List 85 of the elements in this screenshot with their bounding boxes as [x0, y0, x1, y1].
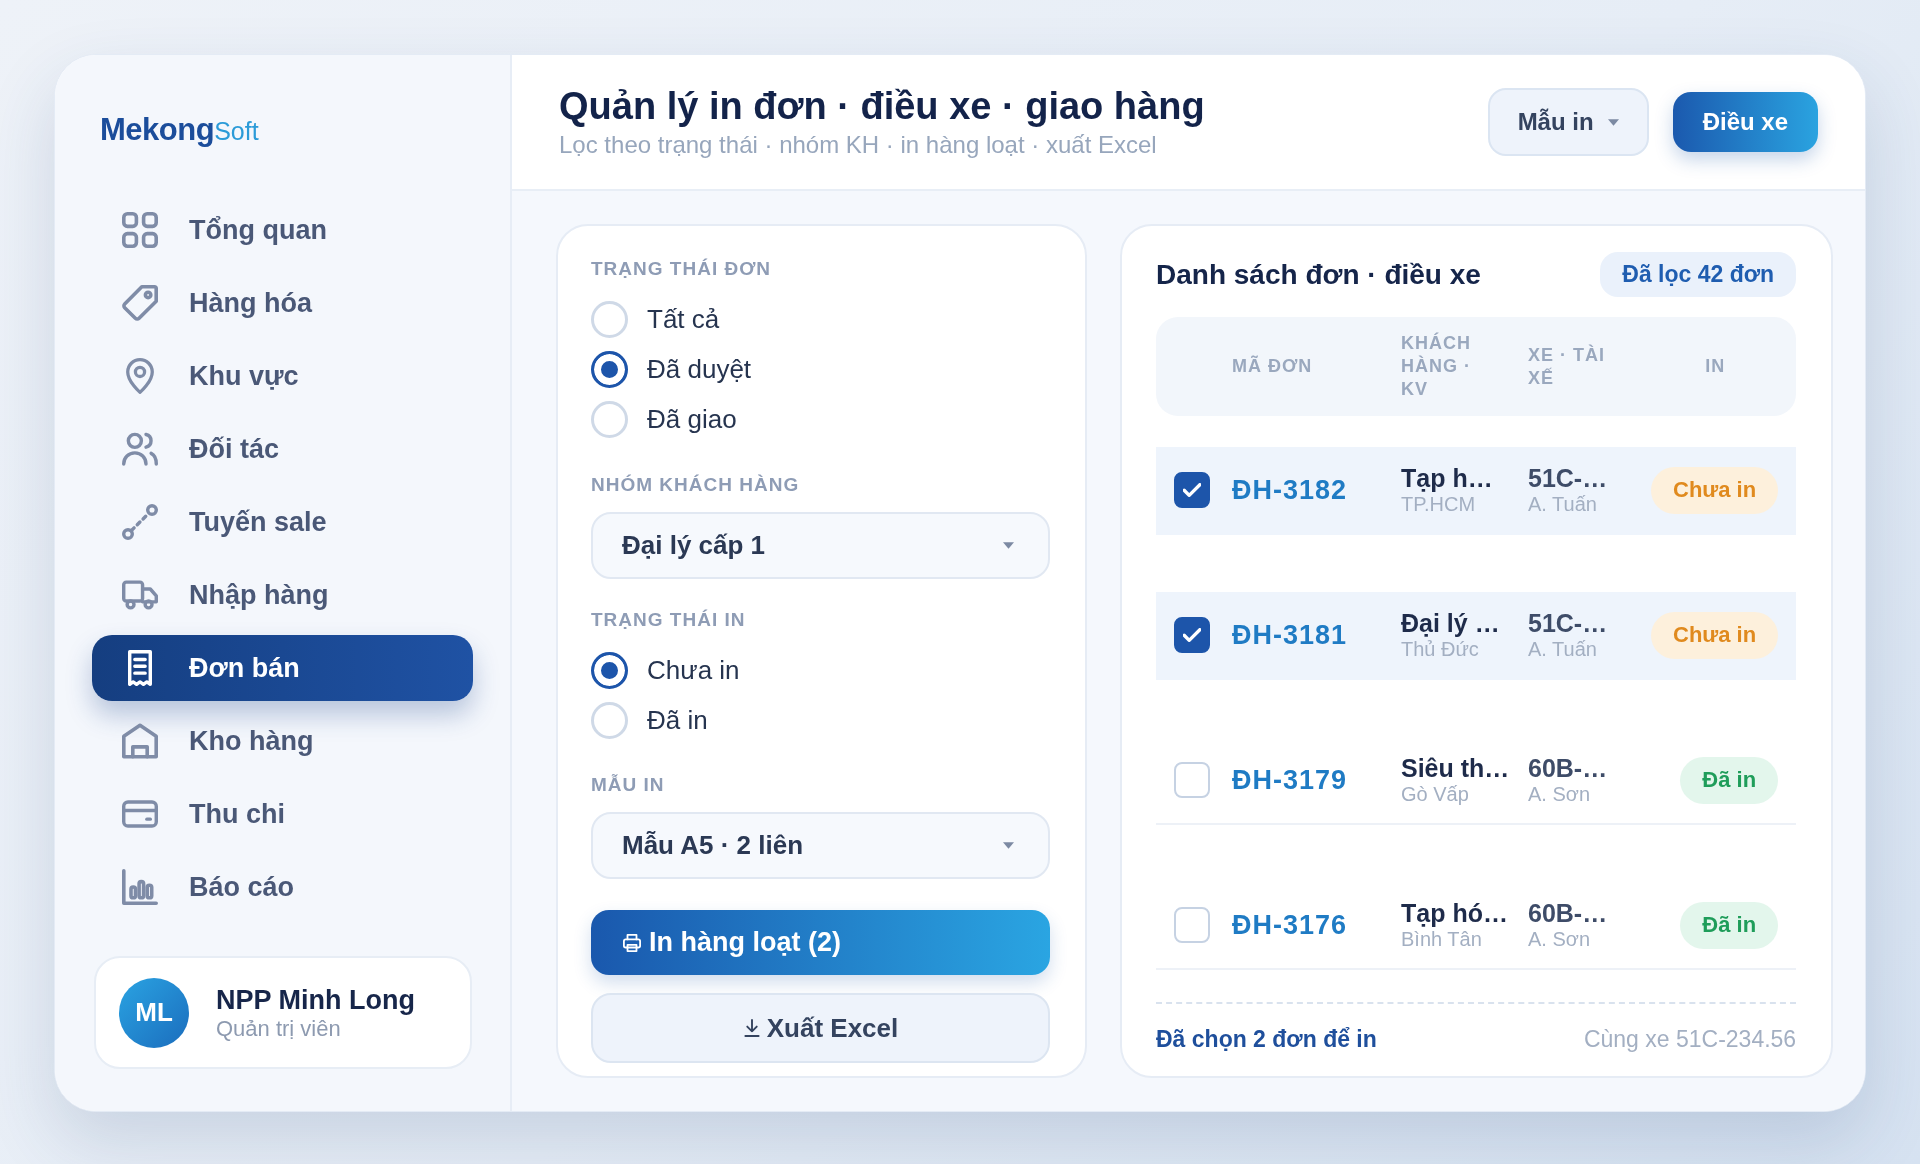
- nav-item[interactable]: Hàng hóa: [92, 270, 473, 336]
- template-dropdown-button[interactable]: Mẫu in: [1487, 88, 1649, 156]
- nav-item[interactable]: Khu vực: [92, 343, 473, 409]
- customer-area: TP.HCM: [1401, 493, 1476, 516]
- nav-item[interactable]: Thu chi: [92, 781, 473, 847]
- filter-label: TRẠNG THÁI IN: [591, 608, 747, 632]
- status-badge: Đã in: [1680, 901, 1779, 949]
- status-badge: Chưa in: [1651, 611, 1779, 659]
- table-row[interactable]: ĐH-3182 Tạp h… TP.HCM 51C-… A. Tuấn Chưa in: [1156, 447, 1797, 535]
- nav-item[interactable]: Nhập hàng: [92, 562, 473, 628]
- checkmark-icon: [1183, 628, 1201, 642]
- vehicle-plate: 51C-…: [1528, 609, 1608, 638]
- driver-name: A. Sơn: [1528, 783, 1591, 806]
- vehicle-plate: 51C-…: [1528, 464, 1608, 493]
- checkbox[interactable]: [1174, 617, 1210, 653]
- vehicle-note: Cùng xe 51C-234.56: [1583, 1025, 1797, 1053]
- order-id: ĐH-3176: [1232, 909, 1348, 941]
- warehouse-icon: [122, 723, 158, 759]
- customer-area: Bình Tân: [1401, 928, 1482, 951]
- caret-icon: [1607, 118, 1619, 126]
- nav-item[interactable]: Báo cáo: [92, 854, 473, 920]
- status-badge: Đã in: [1680, 756, 1779, 804]
- selection-summary: Đã chọn 2 đơn để in: [1156, 1025, 1377, 1053]
- page-title: Quản lý in đơn · điều xe · giao hàng: [559, 84, 1205, 128]
- table-row[interactable]: ĐH-3179 Siêu th… Gò Vấp 60B-… A. Sơn Đã in: [1156, 737, 1797, 825]
- table-row[interactable]: ĐH-3176 Tạp hó… Bình Tân 60B-… A. Sơn Đã in: [1156, 882, 1797, 970]
- radio-button[interactable]: [591, 651, 628, 689]
- batch-print-button[interactable]: In hàng loạt (2): [591, 910, 1050, 975]
- order-id: ĐH-3182: [1232, 474, 1348, 506]
- caret-icon: [1003, 542, 1014, 549]
- filter-label: TRẠNG THÁI ĐƠN: [591, 257, 773, 281]
- dropdown-field[interactable]: Mẫu A5 · 2 liên: [591, 812, 1050, 879]
- panel-title: Danh sách đơn · điều xe: [1156, 258, 1481, 291]
- filter-label: NHÓM KHÁCH HÀNG: [591, 473, 801, 497]
- dispatch-button[interactable]: Điều xe: [1672, 92, 1818, 152]
- vehicle-plate: 60B-…: [1528, 899, 1608, 928]
- radio-button[interactable]: [591, 350, 628, 388]
- checkmark-icon: [1183, 483, 1201, 497]
- option-label: Đã in: [647, 704, 708, 736]
- truck-icon: [122, 577, 158, 613]
- filter-count-badge: Đã lọc 42 đơn: [1600, 252, 1797, 297]
- logo: MekongSoft: [100, 112, 259, 149]
- driver-name: A. Tuấn: [1528, 493, 1597, 516]
- option-label: Chưa in: [647, 654, 740, 686]
- option-label: Tất cả: [647, 303, 720, 335]
- customer-name: Tạp hó…: [1401, 899, 1508, 928]
- column-header: XE · TÀI XẾ: [1528, 343, 1606, 390]
- status-badge: Chưa in: [1651, 466, 1779, 514]
- column-header: KHÁCH HÀNG · KV: [1401, 332, 1472, 401]
- download-icon: [742, 1019, 761, 1037]
- vehicle-plate: 60B-…: [1528, 754, 1608, 783]
- nav-item[interactable]: Kho hàng: [92, 708, 473, 774]
- customer-area: Thủ Đức: [1401, 638, 1479, 661]
- user-role: Quản trị viên: [216, 1015, 342, 1042]
- bar-chart-icon: [122, 869, 158, 905]
- nav-item[interactable]: Đối tác: [92, 416, 473, 482]
- customer-name: Siêu th…: [1401, 754, 1510, 783]
- customer-name: Tạp h…: [1401, 464, 1493, 493]
- grid-icon: [122, 212, 158, 248]
- printer-icon: [623, 933, 641, 952]
- nav-item[interactable]: Tổng quan: [92, 197, 473, 263]
- caret-icon: [1003, 842, 1014, 849]
- avatar: ML: [119, 977, 189, 1048]
- export-excel-button[interactable]: Xuất Excel: [591, 993, 1050, 1063]
- column-header: MÃ ĐƠN: [1232, 355, 1314, 378]
- customer-area: Gò Vấp: [1401, 783, 1469, 806]
- route-icon: [122, 504, 158, 540]
- column-header: IN: [1704, 355, 1727, 378]
- table-row[interactable]: ĐH-3181 Đại lý … Thủ Đức 51C-… A. Tuấn Chưa in: [1156, 592, 1797, 680]
- nav-item[interactable]: Tuyến sale: [92, 489, 473, 555]
- driver-name: A. Sơn: [1528, 928, 1591, 951]
- option-label: Đã duyệt: [647, 353, 752, 385]
- page-subtitle: Lọc theo trạng thái · nhóm KH · in hàng loạt · xuất Excel: [559, 130, 1158, 160]
- dropdown-field[interactable]: Đại lý cấp 1: [591, 512, 1050, 579]
- filter-label: MẪU IN: [591, 773, 666, 797]
- users-icon: [122, 431, 158, 467]
- driver-name: A. Tuấn: [1528, 638, 1597, 661]
- order-id: ĐH-3181: [1232, 619, 1348, 651]
- tag-icon: [122, 285, 158, 321]
- user-name: NPP Minh Long: [216, 983, 415, 1016]
- nav-item[interactable]: Đơn bán: [92, 635, 473, 701]
- checkbox[interactable]: [1174, 472, 1210, 508]
- option-label: Đã giao: [647, 403, 737, 435]
- order-id: ĐH-3179: [1232, 764, 1348, 796]
- customer-name: Đại lý …: [1401, 609, 1500, 638]
